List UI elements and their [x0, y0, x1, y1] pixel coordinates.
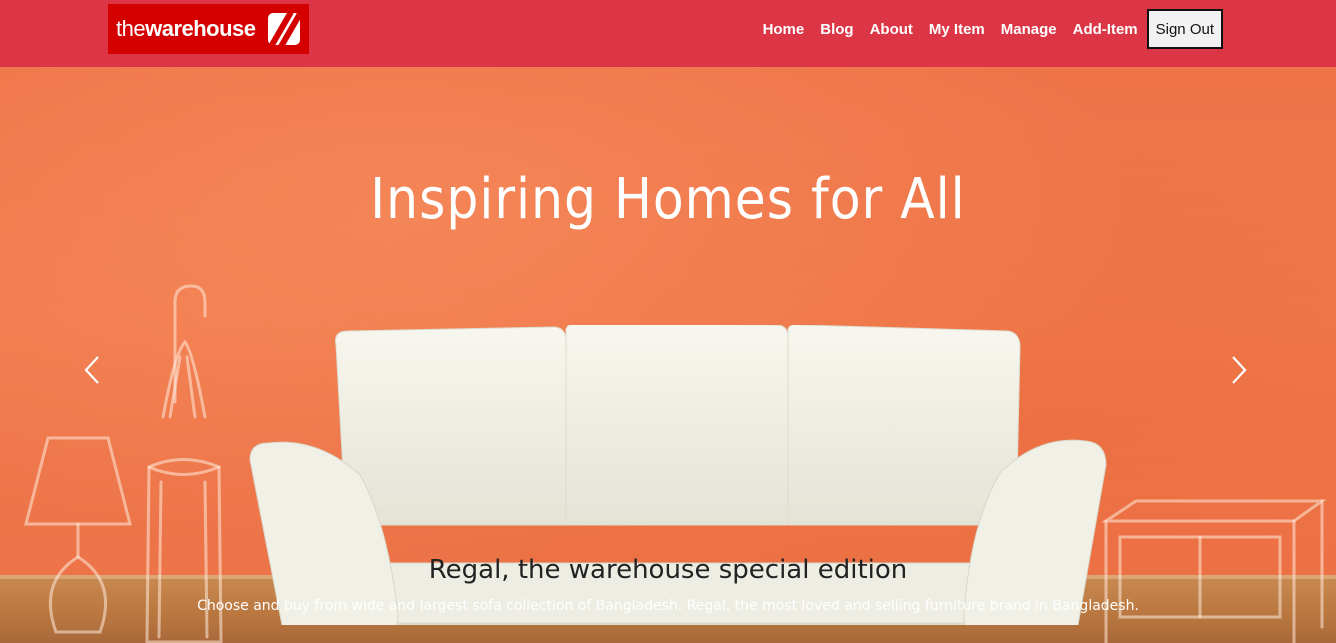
brand-logo-thin: the: [116, 16, 146, 41]
brand-logo-bold: warehouse: [145, 16, 256, 41]
navbar: thewarehouse Home Blog About My Item Man…: [0, 0, 1336, 67]
nav-home-link[interactable]: Home: [763, 21, 805, 38]
hero-title: Inspiring Homes for All: [370, 167, 966, 232]
carousel-caption-text: Choose and buy from wide and largest sof…: [197, 598, 1139, 614]
carousel-prev-button[interactable]: [77, 355, 107, 385]
sign-out-button[interactable]: Sign Out: [1146, 9, 1223, 49]
chevron-right-icon: [1232, 356, 1247, 384]
brand-mark-icon: [268, 13, 300, 45]
nav-my-item-link[interactable]: My Item: [929, 21, 985, 38]
nav-links: Home Blog About My Item Manage Add-Item …: [747, 9, 1223, 49]
nav-manage-link[interactable]: Manage: [1001, 21, 1057, 38]
nav-add-item-link[interactable]: Add-Item: [1073, 21, 1138, 38]
carousel-next-button[interactable]: [1224, 355, 1254, 385]
nav-blog-link[interactable]: Blog: [820, 21, 853, 38]
brand-logo[interactable]: thewarehouse: [108, 4, 309, 54]
chevron-left-icon: [84, 356, 99, 384]
umbrella-stand-sketch: [145, 284, 223, 643]
carousel-caption-title: Regal, the warehouse special edition: [428, 555, 908, 585]
hero-carousel: Inspiring Homes for All Regal, the wareh…: [0, 67, 1336, 643]
brand-logo-text: thewarehouse: [116, 16, 256, 42]
nav-about-link[interactable]: About: [870, 21, 913, 38]
